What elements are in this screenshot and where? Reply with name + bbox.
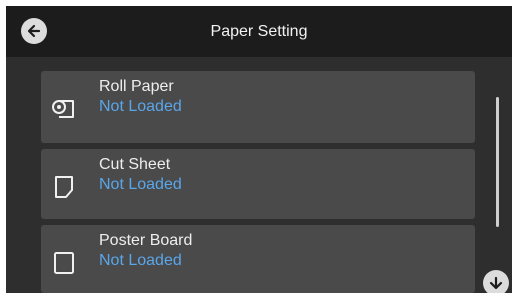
item-name: Poster Board [99, 232, 193, 249]
list-item-roll-paper[interactable]: Roll Paper Not Loaded [41, 71, 475, 143]
cut-sheet-icon [51, 174, 77, 200]
item-status: Not Loaded [99, 98, 182, 115]
poster-board-icon [51, 250, 77, 276]
list-item-poster-board[interactable]: Poster Board Not Loaded [41, 225, 475, 293]
paper-source-list: Roll Paper Not Loaded Cut Sheet Not Load… [6, 57, 512, 293]
scrollbar[interactable] [496, 97, 499, 227]
scroll-down-button[interactable] [483, 270, 509, 293]
item-status: Not Loaded [99, 252, 182, 269]
arrow-down-icon [489, 276, 503, 290]
item-name: Cut Sheet [99, 156, 171, 173]
item-status: Not Loaded [99, 176, 182, 193]
header-bar: Paper Setting [6, 6, 512, 57]
paper-setting-screen: Paper Setting Roll Paper Not Loaded Cut … [6, 6, 512, 293]
page-title: Paper Setting [210, 23, 308, 40]
roll-paper-icon [51, 96, 77, 122]
item-name: Roll Paper [99, 78, 174, 95]
list-item-cut-sheet[interactable]: Cut Sheet Not Loaded [41, 149, 475, 219]
